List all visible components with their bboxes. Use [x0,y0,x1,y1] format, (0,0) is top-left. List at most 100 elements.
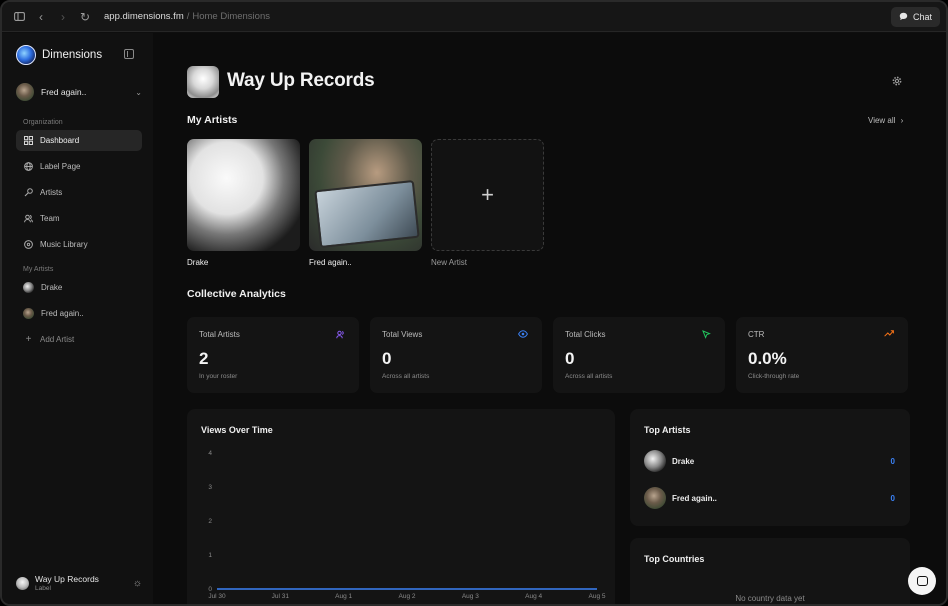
avatar [23,282,34,293]
page-crumb: Home Dimensions [192,11,270,22]
x-tick-label: Jul 31 [272,593,290,600]
sidebar-item-label: Fred again.. [41,309,84,318]
analytics-heading: Collective Analytics [187,288,286,300]
stat-card-total-views: Total Views 0 Across all artists [370,317,542,393]
message-icon [916,576,928,586]
app-window: ‹ › ↻ app.dimensions.fm / Home Dimensions … [0,0,948,606]
top-countries-title: Top Countries [644,554,705,564]
organization-label: Organization [23,119,63,126]
brand[interactable]: Dimensions [16,45,102,65]
chevron-right-icon: › [900,116,904,125]
stat-value: 0 [382,349,392,368]
trend-icon [884,330,894,339]
sidebar-item-label: Drake [41,283,63,292]
collapse-sidebar-icon[interactable] [124,49,134,59]
sidebar-artist-drake[interactable]: Drake [16,277,142,298]
y-tick-label: 4 [208,450,212,457]
main-content: Way Up Records My Artists View all › + D… [153,33,946,604]
disc-icon [24,240,33,249]
stat-subtitle: Across all artists [382,373,430,380]
stat-value: 0 [565,349,575,368]
x-tick-label: Jul 30 [208,593,226,600]
y-tick-label: 2 [208,518,212,525]
stat-card-total-clicks: Total Clicks 0 Across all artists [553,317,725,393]
chat-button[interactable]: Chat [890,7,940,27]
stat-subtitle: Click-through rate [748,373,800,380]
y-tick-label: 0 [208,586,212,593]
avatar [644,487,666,509]
stat-subtitle: Across all artists [565,373,613,380]
avatar [16,83,34,101]
top-artist-value: 0 [890,493,895,503]
sidebar-item-label: Dashboard [40,136,80,145]
plus-icon: + [25,334,32,345]
chat-icon [899,12,908,23]
sidebar-toggle-icon[interactable] [8,6,30,28]
artist-card-fred-again[interactable] [309,139,422,251]
sidebar-item-label: Artists [40,188,63,197]
plus-icon: + [481,182,494,207]
artist-card-drake[interactable] [187,139,300,251]
reload-icon[interactable]: ↻ [74,6,96,28]
empty-state-message: No country data yet [735,594,805,603]
sidebar-item-label: Label Page [40,162,81,171]
footer-account-name: Way Up Records [35,574,99,584]
avatar [16,576,29,590]
footer-account-role: Label [35,585,51,592]
top-artist-row[interactable]: Drake 0 [644,449,895,473]
sidebar: Dimensions Fred again.. ⌄ Organization D… [2,33,153,604]
top-countries-panel: Top Countries No country data yet [630,538,910,604]
top-artist-name: Fred again.. [672,493,717,503]
stat-value: 0.0% [748,349,787,368]
top-artists-panel: Top Artists Drake 0 Fred again.. 0 [630,409,910,526]
avatar [644,450,666,472]
sidebar-item-label-page[interactable]: Label Page [16,156,142,177]
eye-icon [518,330,528,340]
page-title: Way Up Records [227,70,375,91]
account-name: Fred again.. [41,87,87,97]
dimensions-logo-icon [16,45,36,65]
label-logo [187,66,219,98]
chevron-down-icon: ⌄ [135,87,142,97]
new-artist-card[interactable]: + [431,139,544,251]
sun-icon[interactable]: ☼ [133,578,142,589]
avatar [23,308,34,319]
sidebar-item-dashboard[interactable]: Dashboard [16,130,142,151]
footer-account[interactable]: Way Up Records Label ☼ [16,574,142,592]
stat-title: Total Clicks [565,330,606,339]
view-all-link[interactable]: View all › [868,116,903,125]
help-chat-button[interactable] [908,567,936,595]
settings-gear-icon[interactable] [892,76,902,89]
url-separator: / [186,11,190,22]
sidebar-item-music-library[interactable]: Music Library [16,234,142,255]
x-tick-label: Aug 5 [589,593,606,600]
x-tick-label: Aug 4 [525,593,542,600]
x-tick-label: Aug 3 [462,593,479,600]
my-artists-label: My Artists [23,266,54,273]
address-bar[interactable]: app.dimensions.fm / Home Dimensions [104,11,270,22]
views-over-time-panel: Views Over Time 0 1 2 3 4 Jul 30 Jul 31 Aug 1 Au… [187,409,615,604]
my-artists-heading: My Artists [187,114,238,126]
stat-title: CTR [748,330,765,339]
stat-title: Total Artists [199,330,240,339]
url-text: app.dimensions.fm [104,11,184,22]
add-artist-button[interactable]: + Add Artist [16,329,142,350]
forward-icon[interactable]: › [52,6,74,28]
users-icon [336,330,345,341]
globe-icon [24,162,33,171]
sidebar-item-artists[interactable]: Artists [16,182,142,203]
top-artist-row[interactable]: Fred again.. 0 [644,486,895,510]
artist-card-name: Drake [187,258,209,267]
sidebar-item-team[interactable]: Team [16,208,142,229]
sidebar-artist-fred-again[interactable]: Fred again.. [16,303,142,324]
views-chart: 0 1 2 3 4 Jul 30 Jul 31 Aug 1 Aug 2 Aug 3 Aug 4 Aug… [208,450,606,600]
back-icon[interactable]: ‹ [30,6,52,28]
account-switcher[interactable]: Fred again.. ⌄ [16,81,142,103]
sidebar-item-label: Music Library [40,240,88,249]
top-artists-title: Top Artists [644,425,691,435]
add-artist-label: Add Artist [40,335,75,344]
artist-card-name: New Artist [431,258,468,267]
y-tick-label: 3 [208,484,212,491]
top-artist-value: 0 [890,456,895,466]
top-artist-name: Drake [672,456,695,466]
